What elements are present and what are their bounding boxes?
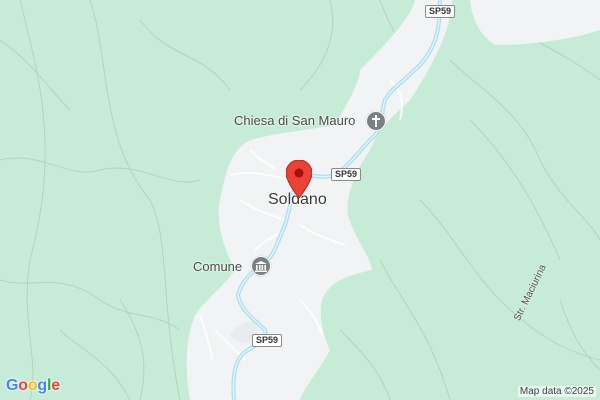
poi-comune-label[interactable]: Comune bbox=[193, 259, 242, 274]
map-canvas[interactable]: SP59 SP59 SP59 Chiesa di San Mauro Comun… bbox=[0, 0, 600, 400]
road-shield-sp59-center: SP59 bbox=[331, 168, 362, 181]
road-shield-sp59-south: SP59 bbox=[252, 334, 283, 347]
logo-letter: e bbox=[51, 377, 60, 394]
cross-icon[interactable] bbox=[366, 111, 386, 131]
government-building-icon[interactable] bbox=[251, 256, 271, 276]
poi-church-label[interactable]: Chiesa di San Mauro bbox=[234, 113, 355, 128]
logo-letter: o bbox=[27, 377, 38, 394]
town-area-north bbox=[470, 0, 600, 45]
building-glyph bbox=[255, 260, 267, 272]
road-shield-sp59-north: SP59 bbox=[425, 5, 456, 18]
logo-letter: G bbox=[6, 377, 19, 394]
logo-letter: o bbox=[18, 377, 28, 394]
location-pin-icon[interactable] bbox=[286, 160, 312, 198]
map-attribution[interactable]: Map data ©2025 bbox=[517, 386, 596, 397]
google-logo[interactable]: Google bbox=[6, 377, 60, 395]
cross-glyph bbox=[372, 115, 380, 127]
logo-letter: g bbox=[37, 377, 47, 394]
